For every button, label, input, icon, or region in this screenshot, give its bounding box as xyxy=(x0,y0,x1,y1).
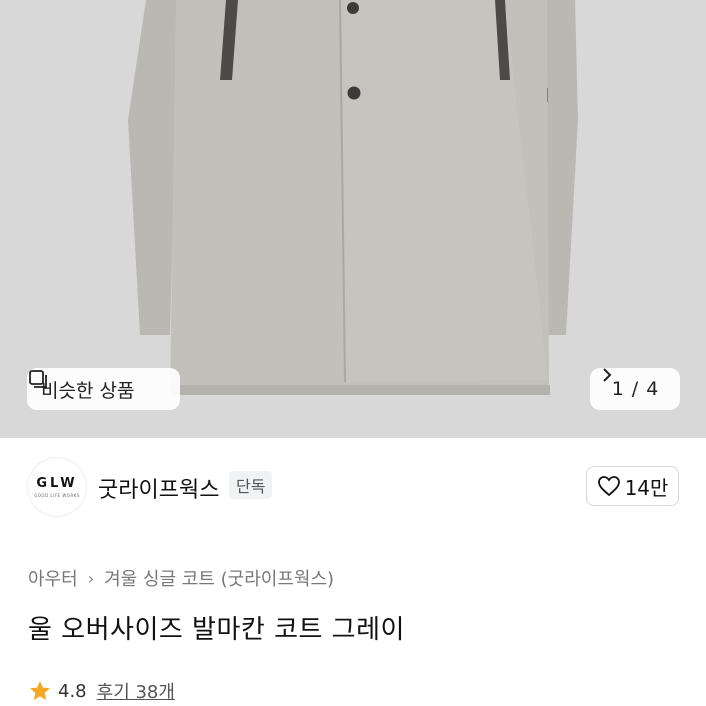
product-image-carousel[interactable]: 비슷한 상품 1 / 4 xyxy=(0,0,706,438)
like-count: 14만 xyxy=(624,475,669,500)
image-pager[interactable]: 1 / 4 xyxy=(590,368,680,410)
similar-products-button[interactable]: 비슷한 상품 xyxy=(27,368,180,410)
brand-logo-text: GLW xyxy=(36,476,78,491)
breadcrumb-subcategory[interactable]: 겨울 싱글 코트 (굿라이프웍스) xyxy=(104,565,334,591)
brand-logo[interactable]: GLW GOOD LIFE WORKS xyxy=(28,458,86,516)
pager-current: 1 xyxy=(611,378,624,400)
pager-separator: / xyxy=(631,378,639,400)
star-icon xyxy=(30,681,50,700)
breadcrumb-category[interactable]: 아우터 xyxy=(28,565,78,591)
chevron-right-icon xyxy=(603,368,612,382)
heart-icon xyxy=(597,476,620,497)
chevron-right-icon: › xyxy=(87,568,95,588)
rating-row: 4.8 후기 38개 xyxy=(28,678,175,704)
similar-products-label: 비슷한 상품 xyxy=(41,379,135,402)
brand-logo-subtext: GOOD LIFE WORKS xyxy=(34,493,80,498)
exclusive-badge: 단독 xyxy=(229,471,273,499)
rating-score: 4.8 xyxy=(58,680,87,702)
like-button[interactable]: 14만 xyxy=(586,466,679,506)
reviews-link[interactable]: 후기 38개 xyxy=(97,678,175,704)
brand-row: GLW GOOD LIFE WORKS 굿라이프웍스 단독 14만 xyxy=(0,438,706,534)
breadcrumb: 아우터 › 겨울 싱글 코트 (굿라이프웍스) xyxy=(28,565,334,591)
product-title: 울 오버사이즈 발마칸 코트 그레이 xyxy=(28,615,405,645)
pager-total: 4 xyxy=(646,378,659,400)
brand-name-link[interactable]: 굿라이프웍스 xyxy=(98,472,219,504)
similar-items-icon xyxy=(29,370,47,388)
